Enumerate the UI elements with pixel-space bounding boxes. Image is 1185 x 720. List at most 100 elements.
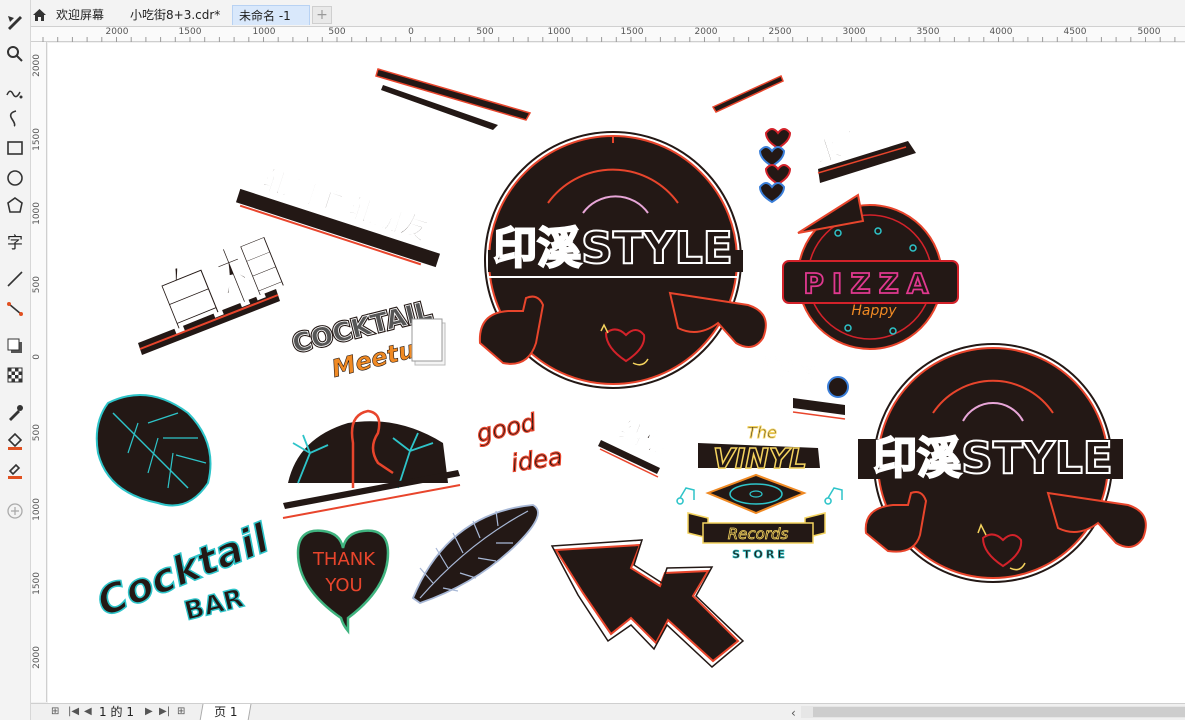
ruler-v-label: 500 — [32, 424, 42, 442]
horizontal-scrollbar[interactable] — [801, 706, 1185, 718]
the-text: The — [747, 423, 777, 442]
smart-fill-icon[interactable] — [4, 459, 26, 481]
ruler-h-label: 4500 — [1063, 27, 1087, 37]
artwork: 轧闹忙 轧朋友 白相 COCKTAIL COCKTAIL Meetup 印溪ST… — [90, 68, 1147, 669]
ruler-h-label: 2500 — [768, 27, 792, 37]
next-page-icon[interactable]: ▶ — [145, 706, 153, 717]
page-of: 的 — [110, 705, 123, 719]
yinxi-text-1: 印溪STYLE — [493, 223, 733, 274]
you-text: YOU — [324, 575, 362, 596]
ruler-v-label: 0 — [32, 354, 42, 360]
polygon-tool-icon[interactable] — [4, 195, 26, 217]
add-tab-button[interactable]: + — [312, 6, 332, 24]
pizza-sticker[interactable]: PIZZA Happy — [782, 193, 959, 350]
ruler-h-label: 3000 — [842, 27, 866, 37]
ruler-v-label: 500 — [32, 276, 42, 294]
page-total: 1 — [126, 705, 134, 719]
ruler-h-label: 2000 — [694, 27, 718, 37]
yinxi-text-2: 印溪STYLE — [873, 433, 1113, 484]
freehand-tool-icon[interactable] — [4, 80, 26, 102]
vinyl-text: VINYL — [713, 442, 807, 475]
yinxi-record-sticker-1[interactable]: 印溪STYLE — [478, 131, 767, 389]
stripe-sticker-top-right[interactable] — [711, 74, 784, 113]
ruler-v-label: 2000 — [32, 646, 42, 669]
add-page-before-icon[interactable]: ⊞ — [51, 706, 59, 717]
page-indicator: 1 的 1 — [99, 704, 134, 720]
baixiang-sticker[interactable]: 白相 — [138, 223, 296, 355]
ruler-h-label: 2000 — [105, 27, 129, 37]
thank-you-heart-sticker[interactable]: THANK YOU — [296, 523, 390, 635]
eyedropper-icon[interactable] — [4, 402, 26, 424]
ruler-h-label: 500 — [476, 27, 494, 37]
add-page-after-icon[interactable]: ⊞ — [177, 706, 185, 717]
stripe-sticker-top-left[interactable] — [375, 68, 532, 130]
document-tab-bar: 欢迎屏幕 小吃街8+3.cdr* 未命名 -1 + — [0, 0, 1185, 27]
flamingo-palm-sticker[interactable] — [282, 409, 461, 519]
scroll-left-icon[interactable]: ‹ — [791, 706, 796, 720]
dimension-tool-icon[interactable] — [4, 268, 26, 290]
ruler-h-label: 4000 — [989, 27, 1013, 37]
page-current: 1 — [99, 705, 107, 719]
thank-text: THANK — [312, 549, 376, 570]
ruler-h-label: 1500 — [620, 27, 644, 37]
transparency-icon[interactable] — [4, 364, 26, 386]
zoom-tool-icon[interactable] — [4, 43, 26, 65]
coreldraw-window: 欢迎屏幕 小吃街8+3.cdr* 未命名 -1 + 字 2000 1500 10… — [0, 0, 1185, 720]
artistic-media-icon[interactable] — [4, 107, 26, 129]
interactive-fill-icon[interactable] — [4, 430, 26, 452]
store-text: STORE — [732, 548, 788, 561]
ruler-v-label: 1500 — [32, 572, 42, 595]
ruler-h-label: 0 — [408, 27, 414, 37]
cocktail-bar-sticker[interactable]: Cocktail BAR — [90, 514, 278, 627]
ruler-v-label: 1000 — [32, 202, 42, 225]
rectangle-tool-icon[interactable] — [4, 137, 26, 159]
pizza-text: PIZZA — [803, 267, 936, 300]
tab-untitled[interactable]: 未命名 -1 — [232, 5, 310, 25]
connector-tool-icon[interactable] — [4, 298, 26, 320]
good-text: good — [474, 408, 539, 448]
ruler-h-label: 5000 — [1137, 27, 1161, 37]
ellipse-tool-icon[interactable] — [4, 167, 26, 189]
vinyl-records-sticker[interactable]: The VINYL Records STORE — [676, 423, 843, 561]
drop-shadow-icon[interactable] — [4, 335, 26, 357]
last-page-icon[interactable]: ▶| — [159, 706, 170, 717]
horizontal-scrollbar-thumb[interactable] — [813, 707, 1185, 717]
page-navigator-bar: ⊞ |◀ ◀ 1 的 1 ▶ ▶| ⊞ 页 1 ‹ — [31, 703, 1185, 720]
text-tool-icon[interactable]: 字 — [4, 232, 26, 254]
palm-leaf-sticker[interactable] — [411, 504, 539, 605]
page-tab[interactable]: 页 1 — [199, 704, 252, 720]
ruler-h-label: 1000 — [252, 27, 276, 37]
horizontal-ruler[interactable]: 2000 1500 1000 500 0 500 1000 1500 2000 … — [31, 27, 1185, 42]
ruler-v-label: 2000 — [32, 54, 42, 77]
home-icon[interactable] — [32, 8, 47, 22]
add-tool-icon[interactable] — [4, 500, 26, 522]
vertical-ruler[interactable]: 2000 1500 1000 500 0 500 1000 1500 2000 — [31, 42, 47, 702]
tab-xiaochijie[interactable]: 小吃街8+3.cdr* — [124, 5, 226, 25]
ruler-h-label: 1000 — [547, 27, 571, 37]
prev-page-icon[interactable]: ◀ — [84, 706, 92, 717]
yinxi-record-sticker-2[interactable]: 印溪STYLE — [858, 343, 1147, 583]
ruler-v-label: 1000 — [32, 498, 42, 521]
chishenghuo-text: 吃生活 — [761, 353, 819, 387]
records-text: Records — [728, 525, 789, 543]
jiegun-sticker[interactable]: 结棍 — [598, 415, 671, 478]
ruler-h-label: 500 — [328, 27, 346, 37]
baixiang-text: 白相 — [144, 224, 295, 345]
chishenghuo-sticker[interactable]: 吃生活 — [760, 353, 849, 420]
drawing-canvas[interactable]: 轧闹忙 轧朋友 白相 COCKTAIL COCKTAIL Meetup 印溪ST… — [48, 43, 1185, 703]
good-idea-sticker[interactable]: good idea — [474, 408, 565, 479]
tab-welcome[interactable]: 欢迎屏幕 — [50, 5, 110, 25]
ruler-h-label: 3500 — [916, 27, 940, 37]
toolbox: 字 — [0, 0, 31, 720]
pick-tool-icon[interactable] — [4, 12, 26, 34]
ruler-h-label: 1500 — [178, 27, 202, 37]
selection-handle[interactable] — [411, 318, 446, 366]
ruler-v-label: 1500 — [32, 128, 42, 151]
arrow-sticker[interactable] — [550, 539, 745, 669]
idea-text: idea — [510, 443, 565, 478]
monstera-leaf-sticker[interactable] — [95, 394, 212, 507]
first-page-icon[interactable]: |◀ — [68, 706, 79, 717]
happy-text: Happy — [851, 303, 897, 319]
laisai-sticker[interactable]: 来赛 — [810, 123, 916, 183]
hearts-sticker[interactable] — [758, 128, 792, 204]
